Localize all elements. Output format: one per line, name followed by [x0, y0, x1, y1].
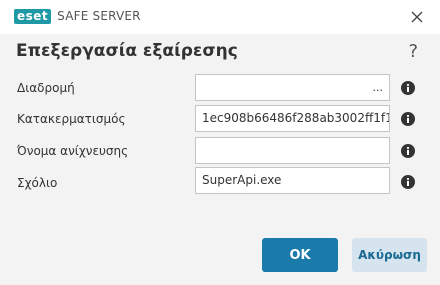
dialog-title: Επεξεργασία εξαίρεσης — [16, 41, 238, 61]
detection-name-label: Όνομα ανίχνευσης — [17, 144, 129, 158]
eset-logo: eset SAFE SERVER — [14, 8, 141, 24]
cancel-button[interactable]: Ακύρωση — [352, 238, 427, 272]
path-label: Διαδρομή — [17, 81, 75, 95]
info-icon[interactable] — [401, 175, 415, 189]
info-icon[interactable] — [401, 144, 415, 158]
path-field[interactable]: ... — [195, 74, 390, 101]
browse-button[interactable]: ... — [373, 75, 384, 100]
ok-button[interactable]: OK — [262, 238, 338, 272]
close-icon[interactable] — [408, 8, 426, 26]
detection-name-field[interactable] — [195, 137, 390, 164]
comment-label: Σχόλιο — [17, 176, 58, 190]
help-button[interactable]: ? — [408, 41, 418, 62]
app-name: SAFE SERVER — [57, 9, 141, 23]
eset-logo-mark: eset — [14, 8, 52, 24]
info-icon[interactable] — [401, 112, 415, 126]
info-icon[interactable] — [401, 81, 415, 95]
hash-field[interactable]: 1ec908b66486f288ab3002ff1f1b — [195, 105, 390, 132]
hash-label: Κατακερματισμός — [17, 112, 126, 126]
comment-field[interactable]: SuperApi.exe — [195, 167, 390, 194]
title-bar: eset SAFE SERVER — [0, 0, 440, 34]
